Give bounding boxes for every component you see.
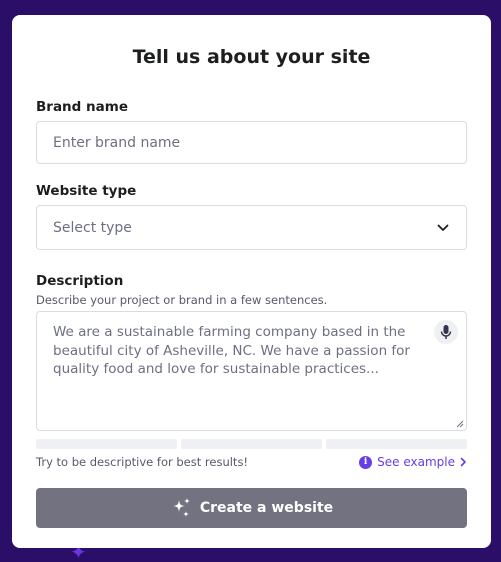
brand-name-field[interactable] bbox=[36, 121, 467, 164]
strength-segment bbox=[326, 439, 467, 449]
descriptive-hint: Try to be descriptive for best results! bbox=[36, 455, 249, 469]
see-example-link[interactable]: i See example bbox=[359, 455, 467, 469]
description-label: Description bbox=[36, 273, 124, 289]
create-website-label: Create a website bbox=[199, 500, 334, 516]
strength-segment bbox=[181, 439, 322, 449]
resize-handle-icon[interactable] bbox=[456, 420, 464, 428]
description-footer: Try to be descriptive for best results! … bbox=[36, 453, 467, 471]
description-placeholder: We are a sustainable farming company bas… bbox=[53, 324, 410, 377]
website-type-label: Website type bbox=[36, 183, 137, 199]
brand-name-label: Brand name bbox=[36, 99, 128, 115]
chevron-right-icon bbox=[460, 457, 466, 467]
page-title: Tell us about your site bbox=[132, 46, 371, 68]
create-website-button[interactable]: Create a website bbox=[36, 488, 467, 528]
microphone-icon[interactable] bbox=[434, 320, 458, 344]
website-type-select[interactable]: Select type bbox=[36, 205, 467, 250]
brand-name-input[interactable] bbox=[53, 134, 450, 151]
site-info-card: Tell us about your site Brand name Websi… bbox=[12, 15, 491, 548]
sparkles-icon bbox=[172, 498, 190, 517]
website-type-value: Select type bbox=[53, 219, 132, 236]
see-example-label: See example bbox=[377, 455, 455, 469]
description-hint: Describe your project or brand in a few … bbox=[36, 293, 328, 307]
info-icon: i bbox=[359, 455, 373, 469]
description-textarea[interactable]: We are a sustainable farming company bas… bbox=[36, 311, 467, 431]
strength-segment bbox=[36, 439, 177, 449]
description-strength-meter bbox=[36, 439, 467, 449]
chevron-down-icon bbox=[436, 221, 450, 235]
